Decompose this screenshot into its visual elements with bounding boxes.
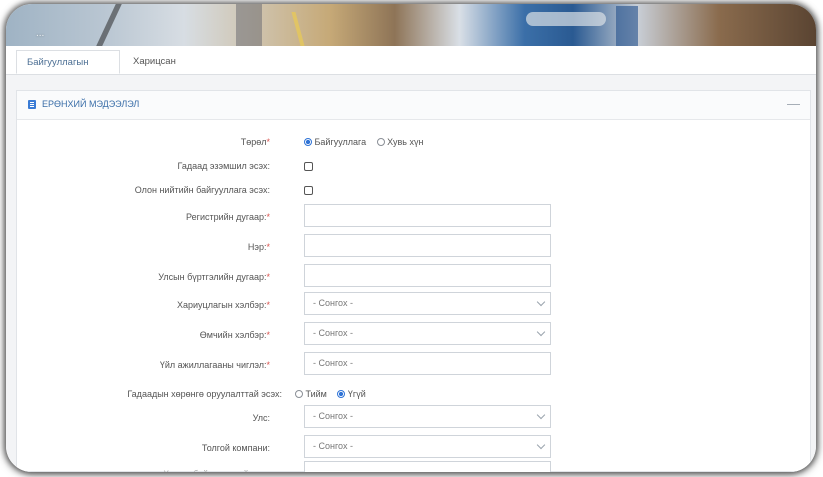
registration-number-input[interactable] <box>304 204 551 227</box>
panel-title: Ерөнхий мэдээлэл <box>42 99 140 109</box>
tab-bar: Байгууллагын мэдээлэл Харицсан ажилтан <box>6 46 816 92</box>
founders-count-input[interactable] <box>304 461 551 472</box>
form-label: Улс: <box>252 413 270 423</box>
form-row-founders-count: Үүсгэн байгуулагчийн тоо <box>17 461 810 472</box>
form-row-liability-form: Хариуцлагын хэлбэр:* - Сонгох - <box>17 292 810 318</box>
banner-graphic <box>236 4 262 46</box>
radio-label: Байгууллага <box>314 137 367 147</box>
banner-graphic <box>96 4 122 46</box>
form-label: Төрөл* <box>240 137 270 147</box>
select-value: - Сонгох - <box>313 358 353 368</box>
form-row-country: Улс: - Сонгох - <box>17 405 810 431</box>
liability-form-select[interactable]: - Сонгох - <box>304 292 551 315</box>
collapse-button[interactable]: — <box>787 96 800 111</box>
form-row-state-registration: Улсын бүртгэлийн дугаар:* <box>17 264 810 290</box>
tab-responsible-staff[interactable]: Харицсан ажилтан <box>123 50 219 91</box>
header-banner: ... <box>6 4 816 46</box>
form-row-activity: Үйл ажиллагааны чиглэл:* - Сонгох - <box>17 352 810 378</box>
form-label: Өмчийн хэлбэр:* <box>199 330 270 340</box>
type-radio-group: Байгууллага Хувь хүн <box>304 129 431 155</box>
panel-header: Ерөнхий мэдээлэл — <box>17 91 810 120</box>
chevron-down-icon <box>536 410 546 420</box>
banner-graphic <box>526 12 606 26</box>
tab-organization-info[interactable]: Байгууллагын мэдээлэл <box>16 50 120 92</box>
select-value: - Сонгох - <box>313 328 353 338</box>
form-row-foreign-owned: Гадаад эзэмшил эсэх: <box>17 153 810 179</box>
chevron-down-icon <box>536 327 546 337</box>
radio-label: Тийм <box>305 389 327 399</box>
form-label: Хариуцлагын хэлбэр:* <box>177 300 270 310</box>
form-label: Гадаадын хөрөнгө оруулалттай эсэх: <box>127 389 282 399</box>
form-row-type: Төрөл* Байгууллага Хувь хүн <box>17 129 810 155</box>
name-input[interactable] <box>304 234 551 257</box>
main-content: Ерөнхий мэдээлэл — Төрөл* Байгууллага Ху… <box>6 75 816 472</box>
radio-label: Үгүй <box>347 389 366 399</box>
parent-company-select[interactable]: - Сонгох - <box>304 435 551 458</box>
radio-yes[interactable] <box>295 389 303 398</box>
state-registration-input[interactable] <box>304 264 551 287</box>
banner-graphic <box>291 12 305 46</box>
banner-graphic <box>616 6 638 46</box>
country-select[interactable]: - Сонгох - <box>304 405 551 428</box>
form-label: Нэр:* <box>247 242 270 252</box>
form-label: Регистрийн дугаар:* <box>186 212 270 222</box>
form-row-registration: Регистрийн дугаар:* <box>17 204 810 230</box>
form-label: Толгой компани: <box>201 443 270 453</box>
select-value: - Сонгох - <box>313 441 353 451</box>
form-row-foreign-capital: Гадаадын хөрөнгө оруулалттай эсэх: Тийм … <box>17 381 810 407</box>
chevron-down-icon <box>536 297 546 307</box>
select-value: - Сонгох - <box>313 411 353 421</box>
document-icon <box>28 100 36 109</box>
ownership-form-select[interactable]: - Сонгох - <box>304 322 551 345</box>
select-value: - Сонгох - <box>313 298 353 308</box>
form-row-name: Нэр:* <box>17 234 810 260</box>
activity-field-select[interactable]: - Сонгох - <box>304 352 551 375</box>
foreign-capital-radio-group: Тийм Үгүй <box>295 381 374 407</box>
form-label: Үүсгэн байгуулагчийн тоо <box>164 461 270 472</box>
radio-organization[interactable] <box>304 137 312 146</box>
radio-label: Хувь хүн <box>387 137 424 147</box>
banner-title: ... <box>36 28 45 39</box>
app-window: ... Байгууллагын мэдээлэл Харицсан ажилт… <box>6 4 816 472</box>
form-row-public-org: Олон нийтийн байгууллага эсэх: <box>17 177 810 203</box>
form-label: Улсын бүртгэлийн дугаар:* <box>158 272 270 282</box>
radio-no[interactable] <box>337 389 346 398</box>
form-label: Гадаад эзэмшил эсэх: <box>177 161 270 171</box>
form-label: Үйл ажиллагааны чиглэл:* <box>159 360 270 370</box>
public-org-checkbox[interactable] <box>304 186 313 195</box>
radio-individual[interactable] <box>376 137 385 146</box>
chevron-down-icon <box>536 440 546 450</box>
form-row-ownership-form: Өмчийн хэлбэр:* - Сонгох - <box>17 322 810 348</box>
form-row-parent-company: Толгой компани: - Сонгох - <box>17 435 810 461</box>
foreign-owned-checkbox[interactable] <box>304 162 313 171</box>
form-label: Олон нийтийн байгууллага эсэх: <box>134 185 270 195</box>
general-info-panel: Ерөнхий мэдээлэл — Төрөл* Байгууллага Ху… <box>16 90 811 472</box>
